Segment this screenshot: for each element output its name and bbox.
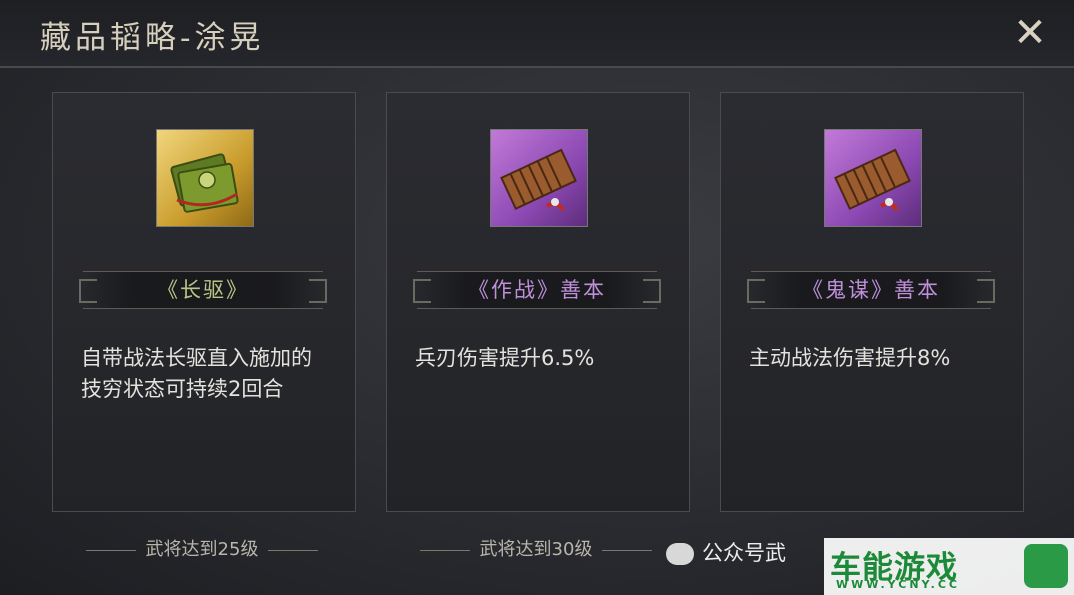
divider: [85, 549, 136, 551]
item-description: 兵刃伤害提升6.5%: [415, 346, 595, 370]
item-name-banner: 《长驱》: [79, 271, 327, 309]
bamboo-book-icon: [824, 129, 922, 227]
collectible-card-1[interactable]: 《长驱》 自带战法长驱直入施加的技穷状态可持续2回合: [52, 92, 356, 512]
site-logo-watermark: 车能游戏 WWW.YCNY.CC: [824, 538, 1074, 595]
unlock-requirement: 武将达到25级: [52, 535, 352, 561]
divider: [602, 549, 653, 551]
bamboo-book-icon: [490, 129, 588, 227]
divider: [268, 549, 319, 551]
green-scroll-icon: [156, 129, 254, 227]
divider: [419, 549, 470, 551]
item-description: 主动战法伤害提升8%: [749, 346, 951, 370]
wechat-watermark-text: 公众号武: [702, 541, 786, 565]
logo-mark-icon: [1024, 544, 1068, 588]
item-name-banner: 《鬼谋》善本: [747, 271, 995, 309]
collectible-card-3[interactable]: 《鬼谋》善本 主动战法伤害提升8%: [720, 92, 1024, 512]
collectible-card-2[interactable]: 《作战》善本 兵刃伤害提升6.5%: [386, 92, 690, 512]
logo-url: WWW.YCNY.CC: [836, 578, 961, 591]
page-title: 藏品韬略-涂晃: [40, 20, 265, 56]
wechat-watermark: 公众号武: [666, 537, 786, 567]
wechat-icon: [666, 543, 694, 565]
requirement-text: 武将达到30级: [479, 539, 593, 560]
window-header: 藏品韬略-涂晃 ✕: [0, 0, 1074, 68]
item-name-banner: 《作战》善本: [413, 271, 661, 309]
unlock-requirement: 武将达到30级: [386, 535, 686, 561]
close-x-icon[interactable]: ✕: [1005, 10, 1055, 56]
requirement-text: 武将达到25级: [145, 539, 259, 560]
item-description: 自带战法长驱直入施加的技穷状态可持续2回合: [81, 346, 312, 401]
